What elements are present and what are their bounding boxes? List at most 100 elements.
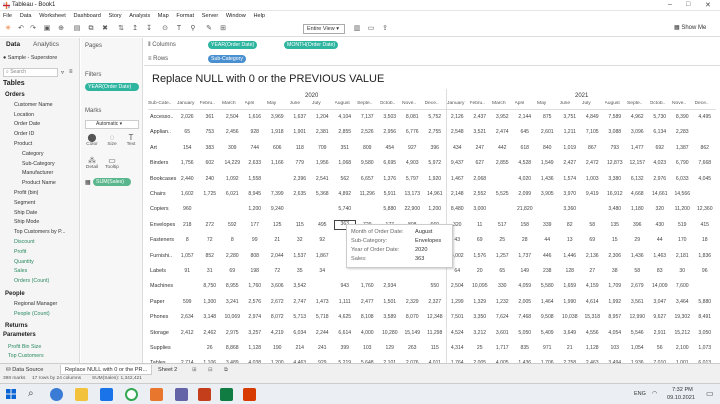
- table-cell[interactable]: 2,552: [469, 191, 492, 197]
- table-cell[interactable]: 8,390: [671, 114, 694, 120]
- table-cell[interactable]: 2,136: [581, 253, 604, 259]
- table-cell[interactable]: 8,108: [356, 314, 379, 320]
- show-labels-icon[interactable]: ▥: [352, 24, 362, 33]
- mark-type-select[interactable]: Automatic ▾: [85, 120, 139, 129]
- field-orders-count[interactable]: Orders (Count): [14, 278, 49, 284]
- columns-pill-month[interactable]: MONTH(Order Date): [284, 41, 339, 49]
- field-top-customers-by-p[interactable]: Top Customers by P...: [14, 229, 65, 235]
- table-cell[interactable]: 1,717: [491, 345, 514, 351]
- table-cell[interactable]: 1,637: [289, 114, 312, 120]
- table-cell[interactable]: 4,023: [649, 160, 672, 166]
- field-ship-mode[interactable]: Ship Mode: [14, 219, 39, 225]
- table-cell[interactable]: 6,134: [649, 129, 672, 135]
- clock-time[interactable]: 7:32 PM: [672, 387, 693, 393]
- table-cell[interactable]: 5,880: [379, 206, 402, 212]
- table-cell[interactable]: 1,180: [626, 206, 649, 212]
- table-cell[interactable]: 4,849: [581, 114, 604, 120]
- table-cell[interactable]: 862: [694, 145, 717, 151]
- row-header[interactable]: Accesso..: [150, 114, 173, 120]
- row-header[interactable]: Bookcases: [150, 176, 176, 182]
- table-cell[interactable]: 5,713: [289, 314, 312, 320]
- table-cell[interactable]: 2,504: [221, 114, 244, 120]
- field-discount[interactable]: Discount: [14, 239, 35, 245]
- field-product-name[interactable]: Product Name: [22, 180, 56, 186]
- table-cell[interactable]: 2,283: [671, 129, 694, 135]
- table-cell[interactable]: 128: [559, 268, 582, 274]
- table-cell[interactable]: 2,327: [424, 299, 447, 305]
- table-cell[interactable]: 14,229: [221, 160, 244, 166]
- table-cell[interactable]: 4,903: [401, 160, 424, 166]
- table-cell[interactable]: 82: [559, 222, 582, 228]
- table-cell[interactable]: 9,419: [581, 191, 604, 197]
- month-header[interactable]: Dece..: [425, 101, 447, 106]
- table-cell[interactable]: 1,057: [176, 253, 199, 259]
- table-cell[interactable]: 11,298: [424, 330, 447, 336]
- table-cell[interactable]: 34: [311, 268, 334, 274]
- table-cell[interactable]: 28: [514, 237, 537, 243]
- table-cell[interactable]: 6,614: [334, 330, 357, 336]
- table-cell[interactable]: 361: [199, 114, 222, 120]
- table-cell[interactable]: 129: [379, 345, 402, 351]
- table-cell[interactable]: 5,972: [424, 160, 447, 166]
- table-cell[interactable]: 14,009: [649, 283, 672, 289]
- table-cell[interactable]: 170: [671, 237, 694, 243]
- table-cell[interactable]: 1,956: [311, 160, 334, 166]
- table-cell[interactable]: 3,000: [469, 206, 492, 212]
- month-header[interactable]: Febru..: [200, 101, 222, 106]
- table-cell[interactable]: 198: [244, 268, 267, 274]
- table-cell[interactable]: 177: [244, 222, 267, 228]
- table-cell[interactable]: 4,614: [581, 299, 604, 305]
- table-cell[interactable]: 592: [221, 222, 244, 228]
- table-cell[interactable]: 1,464: [536, 299, 559, 305]
- year-header[interactable]: 2021: [575, 93, 588, 99]
- menu-analysis[interactable]: Analysis: [129, 11, 150, 21]
- table-cell[interactable]: 2,396: [289, 176, 312, 182]
- table-cell[interactable]: 2,504: [446, 283, 469, 289]
- table-cell[interactable]: 5,546: [626, 330, 649, 336]
- table-cell[interactable]: 430: [649, 222, 672, 228]
- table-cell[interactable]: 1,111: [334, 299, 357, 305]
- table-cell[interactable]: 2,634: [176, 314, 199, 320]
- table-cell[interactable]: 1,602: [176, 191, 199, 197]
- fix-axes-icon[interactable]: ⊞: [218, 24, 228, 33]
- table-cell[interactable]: 2,099: [514, 191, 537, 197]
- field-sales[interactable]: Sales: [14, 268, 27, 274]
- table-cell[interactable]: 4,625: [334, 314, 357, 320]
- language-indicator[interactable]: ENG: [634, 391, 646, 397]
- table-cell[interactable]: 446: [536, 253, 559, 259]
- table-cell[interactable]: 99: [244, 237, 267, 243]
- table-cell[interactable]: 2,144: [514, 114, 537, 120]
- table-cell[interactable]: 383: [199, 145, 222, 151]
- file-explorer-icon[interactable]: [75, 388, 88, 401]
- month-header[interactable]: January: [177, 101, 199, 106]
- table-cell[interactable]: 3,969: [266, 114, 289, 120]
- table-cell[interactable]: 808: [244, 253, 267, 259]
- table-cell[interactable]: 618: [514, 145, 537, 151]
- month-header[interactable]: August: [335, 101, 357, 106]
- row-header[interactable]: Furnishi..: [150, 253, 172, 259]
- table-cell[interactable]: 1,376: [379, 176, 402, 182]
- table-cell[interactable]: 58: [626, 268, 649, 274]
- table-cell[interactable]: 12,360: [694, 206, 717, 212]
- row-header[interactable]: Phones: [150, 314, 168, 320]
- highlight-icon[interactable]: ✎: [204, 24, 214, 33]
- table-cell[interactable]: 5,580: [536, 283, 559, 289]
- table-cell[interactable]: 2,329: [401, 299, 424, 305]
- table-cell[interactable]: 3,148: [199, 314, 222, 320]
- table-cell[interactable]: 125: [266, 222, 289, 228]
- month-header[interactable]: Septe..: [357, 101, 379, 106]
- table-cell[interactable]: 31: [199, 268, 222, 274]
- table-orders[interactable]: Orders: [5, 92, 25, 98]
- table-cell[interactable]: 1,576: [469, 253, 492, 259]
- table-cell[interactable]: 3,088: [604, 129, 627, 135]
- table-cell[interactable]: 599: [176, 299, 199, 305]
- table-cell[interactable]: 15,212: [671, 330, 694, 336]
- table-cell[interactable]: 1,436: [626, 253, 649, 259]
- month-header[interactable]: January: [447, 101, 469, 106]
- table-cell[interactable]: 13: [559, 237, 582, 243]
- table-cell[interactable]: 3,480: [604, 206, 627, 212]
- table-cell[interactable]: 3,050: [694, 330, 717, 336]
- table-cell[interactable]: 3,606: [266, 283, 289, 289]
- month-header[interactable]: June: [560, 101, 582, 106]
- labels-icon[interactable]: T: [174, 24, 184, 33]
